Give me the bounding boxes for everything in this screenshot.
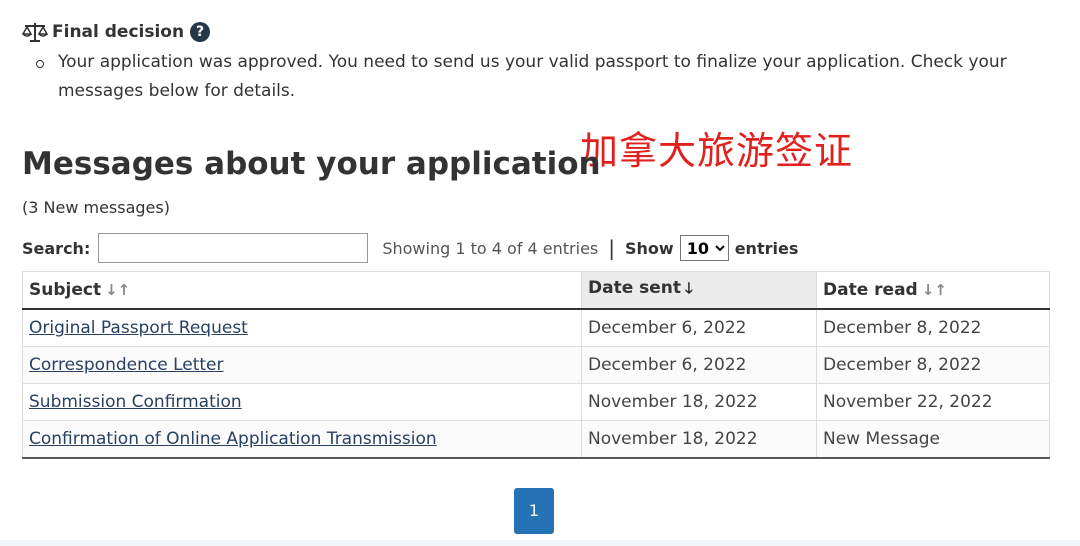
column-label: Date sent — [588, 277, 682, 298]
circle-bullet-icon — [36, 60, 44, 68]
subject-cell: Correspondence Letter — [22, 346, 582, 384]
column-label: Date read — [823, 280, 918, 300]
help-icon[interactable]: ? — [190, 22, 211, 42]
bottom-divider — [0, 540, 1080, 546]
showing-entries-text: Showing 1 to 4 of 4 entries — [382, 238, 599, 258]
table-controls: Search: Showing 1 to 4 of 4 entries | Sh… — [22, 233, 1022, 263]
new-messages-count: (3 New messages) — [22, 198, 170, 217]
message-link[interactable]: Correspondence Letter — [29, 355, 224, 375]
date-read-column-header[interactable]: Date read ↓↑ — [816, 271, 1050, 310]
message-link[interactable]: Confirmation of Online Application Trans… — [29, 429, 437, 449]
decision-text: Your application was approved. You need … — [58, 52, 1007, 101]
table-row: Original Passport Request December 6, 20… — [22, 308, 1050, 347]
date-sent-cell: November 18, 2022 — [581, 420, 817, 459]
divider: | — [608, 236, 616, 260]
message-link[interactable]: Submission Confirmation — [29, 392, 242, 412]
column-label: Subject — [29, 280, 102, 300]
decision-list: Your application was approved. You need … — [36, 48, 1026, 106]
decision-item: Your application was approved. You need … — [36, 48, 1026, 106]
subject-column-header[interactable]: Subject ↓↑ — [22, 271, 582, 310]
watermark-text: 加拿大旅游签证 — [580, 129, 854, 173]
date-read-cell: November 22, 2022 — [816, 383, 1050, 421]
subject-cell: Original Passport Request — [22, 308, 582, 347]
final-decision-label: Final decision — [52, 22, 185, 42]
table-row: Confirmation of Online Application Trans… — [22, 420, 1050, 459]
page-title: Messages about your application — [22, 146, 601, 182]
table-row: Correspondence Letter December 6, 2022 D… — [22, 346, 1050, 384]
date-sent-column-header[interactable]: Date sent 🡓 — [581, 271, 817, 310]
sort-both-icon: ↓↑ — [105, 281, 131, 299]
date-sent-cell: December 6, 2022 — [581, 346, 817, 384]
subject-cell: Confirmation of Online Application Trans… — [22, 420, 582, 459]
date-read-cell: New Message — [816, 420, 1050, 459]
sort-descending-icon: 🡓 — [685, 278, 693, 297]
table-header-row: Subject ↓↑ Date sent 🡓 Date read ↓↑ — [22, 271, 1050, 310]
messages-table: Subject ↓↑ Date sent 🡓 Date read ↓↑ Origina… — [22, 271, 1050, 459]
date-read-cell: December 8, 2022 — [816, 346, 1050, 384]
table-row: Submission Confirmation November 18, 202… — [22, 383, 1050, 421]
date-sent-cell: November 18, 2022 — [581, 383, 817, 421]
entries-label: entries — [734, 238, 799, 258]
subject-cell: Submission Confirmation — [22, 383, 582, 421]
date-sent-cell: December 6, 2022 — [581, 308, 817, 347]
sort-both-icon: ↓↑ — [921, 281, 947, 299]
date-read-cell: December 8, 2022 — [816, 308, 1050, 347]
show-label: Show — [625, 238, 674, 258]
search-label: Search: — [22, 238, 91, 258]
pagination-page-button[interactable]: 1 — [514, 488, 554, 534]
final-decision-heading: Final decision ? — [22, 20, 211, 44]
message-link[interactable]: Original Passport Request — [29, 318, 248, 338]
page-size-select[interactable]: 10 — [679, 235, 729, 261]
scale-icon — [22, 23, 48, 42]
search-input[interactable] — [98, 233, 369, 263]
